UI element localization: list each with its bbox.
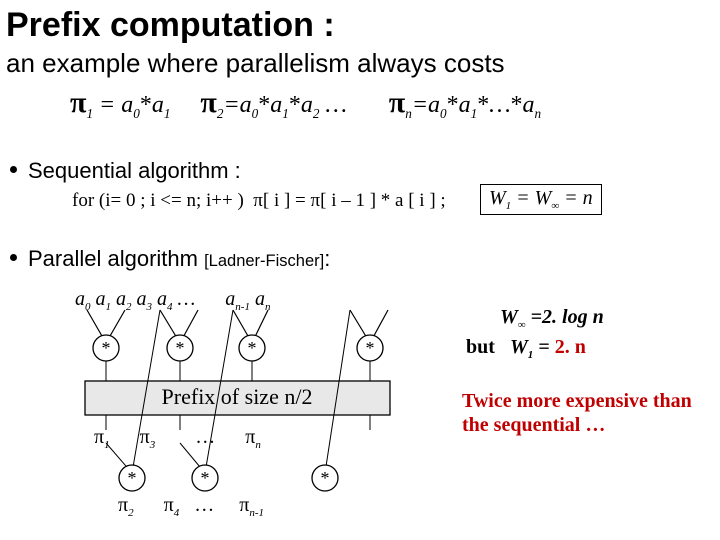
svg-text:*: * (248, 338, 257, 358)
parallel-diagram: * * * * Prefix of size n/2 * * * (70, 288, 440, 528)
star-node: * (119, 465, 145, 491)
star-node: * (192, 465, 218, 491)
star-node: * (167, 335, 193, 361)
inputs-row: a0 a1 a2 a3 a4 … an-1 an (75, 288, 270, 313)
svg-text:*: * (102, 338, 111, 358)
svg-text:*: * (366, 338, 375, 358)
comment-line2: the sequential … (462, 414, 605, 437)
sequential-heading: Sequential algorithm : (28, 158, 241, 184)
comment-line1: Twice more expensive than (462, 390, 692, 413)
svg-text:*: * (321, 468, 330, 488)
bullet-icon (10, 166, 17, 173)
svg-text:*: * (201, 468, 210, 488)
parallel-heading: Parallel algorithm [Ladner-Fischer]: (28, 246, 330, 272)
w-one: W1 = 2. n (510, 336, 586, 361)
w-infinity: W∞ =2. log n (500, 306, 604, 331)
subtitle: an example where parallelism always cost… (6, 48, 505, 79)
star-node: * (357, 335, 383, 361)
pi-bottom-row: π2 π4 … πn-1 (118, 494, 264, 519)
prefix-definitions: π1 = a0*a1 π2=a0*a1*a2 … πn=a0*a1*…*an (70, 86, 541, 122)
pi-top-row: π1 π3 … πn (94, 426, 261, 451)
star-node: * (312, 465, 338, 491)
seq-complexity-box: W1 = W∞ = n (480, 184, 602, 215)
svg-text:*: * (176, 338, 185, 358)
but-label: but (466, 336, 495, 359)
sequential-code: for (i= 0 ; i <= n; i++ ) π[ i ] = π[ i … (72, 190, 446, 212)
title: Prefix computation : (6, 6, 335, 45)
prefix-box-label: Prefix of size n/2 (162, 384, 313, 409)
bullet-icon (10, 254, 17, 261)
star-node: * (239, 335, 265, 361)
star-node: * (93, 335, 119, 361)
svg-text:*: * (128, 468, 137, 488)
